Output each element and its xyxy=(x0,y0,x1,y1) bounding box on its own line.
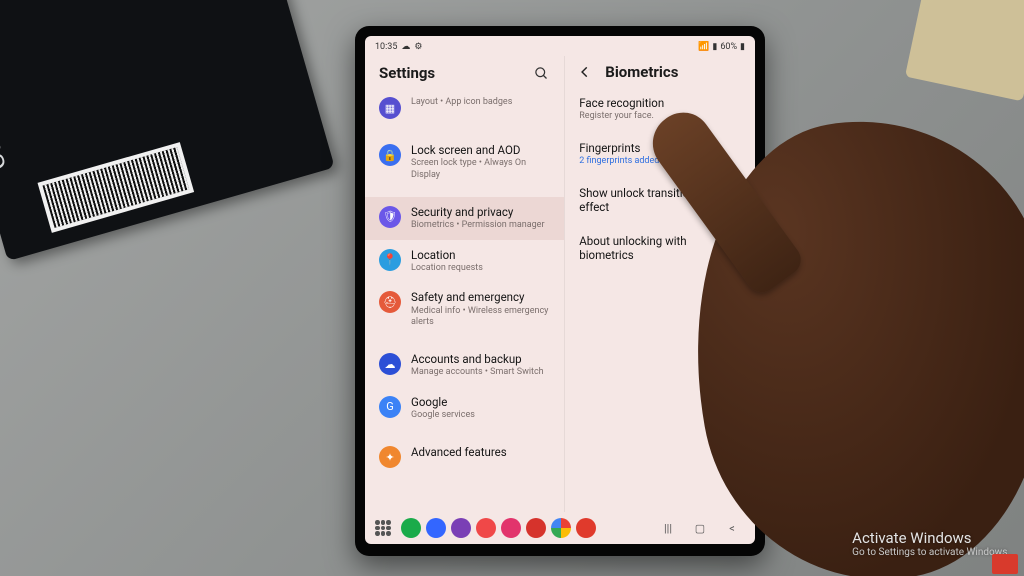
settings-title: Settings xyxy=(379,64,435,82)
signal-icon: ▮ xyxy=(712,42,717,52)
status-weather-icon: ☁ xyxy=(401,42,410,52)
settings-item-icon: ☁ xyxy=(379,353,401,375)
detail-title: Biometrics xyxy=(605,63,678,81)
settings-item-sub: Medical info • Wireless emergency alerts xyxy=(411,306,552,329)
settings-item[interactable]: 📍 LocationLocation requests xyxy=(365,240,564,283)
app-drawer-button[interactable] xyxy=(375,520,391,536)
status-bar: 10:35 ☁ ⚙ 📶 ▮ 60% ▮ xyxy=(365,36,755,56)
wifi-icon: 📶 xyxy=(698,42,709,52)
dock-apps xyxy=(401,518,596,538)
settings-item-title: Google xyxy=(411,395,475,409)
settings-item-icon: 📍 xyxy=(379,249,401,271)
settings-item-icon: ✦ xyxy=(379,446,401,468)
back-button[interactable] xyxy=(575,62,595,82)
detail-item-title: Face recognition xyxy=(579,96,741,110)
settings-pane: Settings ▦ Layout • App icon badges 🔒 Lock … xyxy=(365,56,565,512)
dock-app-icon[interactable] xyxy=(426,518,446,538)
settings-item[interactable]: ☁ Accounts and backupManage accounts • Sm… xyxy=(365,344,564,387)
battery-text: 60% xyxy=(720,42,737,52)
windows-watermark: Activate Windows Go to Settings to activ… xyxy=(852,529,1010,558)
status-settings-icon: ⚙ xyxy=(414,42,422,52)
status-right: 📶 ▮ 60% ▮ xyxy=(698,42,745,52)
dock-app-icon[interactable] xyxy=(476,518,496,538)
watermark-sub: Go to Settings to activate Windows. xyxy=(852,547,1010,558)
dock-app-icon[interactable] xyxy=(551,518,571,538)
dock-app-icon[interactable] xyxy=(451,518,471,538)
chevron-left-icon xyxy=(578,65,592,79)
settings-list[interactable]: ▦ Layout • App icon badges 🔒 Lock screen an… xyxy=(365,88,564,512)
corner-logo xyxy=(992,554,1018,574)
dock-app-icon[interactable] xyxy=(526,518,546,538)
settings-item-title: Accounts and backup xyxy=(411,352,544,366)
dock-app-icon[interactable] xyxy=(576,518,596,538)
screen: 10:35 ☁ ⚙ 📶 ▮ 60% ▮ Settings ▦Layo xyxy=(365,36,755,544)
settings-item[interactable]: G GoogleGoogle services xyxy=(365,387,564,430)
settings-item-sub: Manage accounts • Smart Switch xyxy=(411,367,544,378)
status-time: 10:35 xyxy=(375,42,397,52)
settings-header: Settings xyxy=(365,56,564,88)
settings-item[interactable]: 🔒 Lock screen and AODScreen lock type • A… xyxy=(365,135,564,189)
settings-item[interactable]: ⛑ Safety and emergency Medical info • Wire… xyxy=(365,282,564,336)
settings-item-icon: 🛡 xyxy=(379,206,401,228)
detail-item-sub: Register your face. xyxy=(579,111,741,121)
settings-item-title: Location xyxy=(411,248,483,262)
dock-app-icon[interactable] xyxy=(401,518,421,538)
settings-item-sub: Layout • App icon badges xyxy=(411,97,512,108)
dock: ||| ▢ < xyxy=(365,512,755,544)
product-box-label: Galaxy Z Fold6 xyxy=(0,1,12,173)
settings-item-title: Safety and emergency xyxy=(411,290,552,304)
settings-item-sub: Google services xyxy=(411,410,475,421)
detail-header: Biometrics xyxy=(565,56,755,86)
nav-back[interactable]: < xyxy=(719,522,745,535)
search-button[interactable] xyxy=(530,62,552,84)
watermark-title: Activate Windows xyxy=(852,529,1010,547)
settings-item-icon: G xyxy=(379,396,401,418)
settings-item-title: Lock screen and AOD xyxy=(411,143,552,157)
settings-item-sub: Biometrics • Permission manager xyxy=(411,220,545,231)
settings-item-sub: Location requests xyxy=(411,263,483,274)
settings-item[interactable]: 🛡 Security and privacyBiometrics • Permis… xyxy=(365,197,564,240)
nav-recents[interactable]: ||| xyxy=(655,522,681,535)
battery-icon: ▮ xyxy=(740,42,745,52)
settings-item-title: Advanced features xyxy=(411,445,507,459)
settings-item-icon: ▦ xyxy=(379,97,401,119)
settings-item[interactable]: ✦ Advanced features xyxy=(365,437,564,476)
settings-item[interactable]: ▦ Layout • App icon badges xyxy=(365,88,564,127)
nav-home[interactable]: ▢ xyxy=(687,522,713,535)
settings-item-icon: ⛑ xyxy=(379,291,401,313)
status-left: 10:35 ☁ ⚙ xyxy=(375,42,423,52)
search-icon xyxy=(534,66,549,81)
settings-item-title: Security and privacy xyxy=(411,205,545,219)
settings-item-sub: Screen lock type • Always On Display xyxy=(411,158,552,181)
dock-app-icon[interactable] xyxy=(501,518,521,538)
settings-item-icon: 🔒 xyxy=(379,144,401,166)
